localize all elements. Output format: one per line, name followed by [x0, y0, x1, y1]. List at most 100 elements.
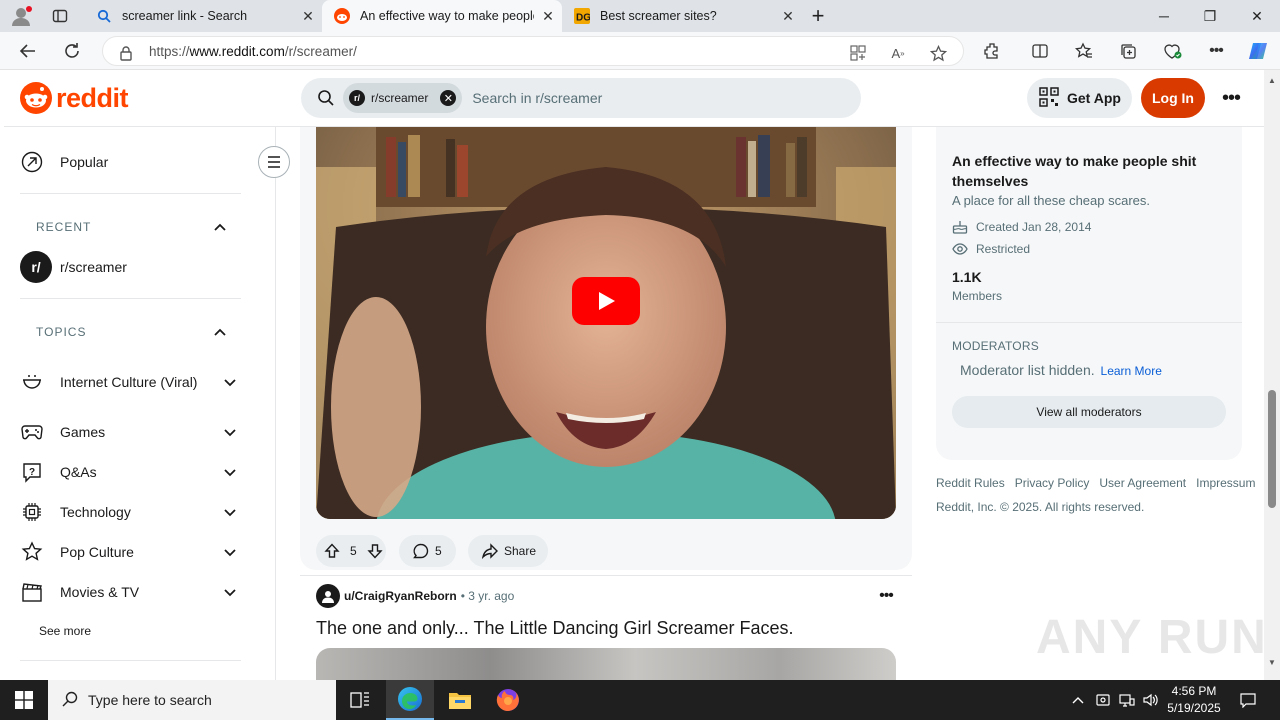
- close-tab-icon[interactable]: ✕: [294, 8, 322, 25]
- copilot-icon[interactable]: [1244, 37, 1272, 65]
- collapse-sidebar-button[interactable]: [258, 146, 290, 178]
- sidebar-topic-technology[interactable]: Technology: [20, 500, 240, 524]
- sidebar-topic-movies-tv[interactable]: Movies & TV: [20, 580, 240, 604]
- network-icon[interactable]: [1116, 680, 1138, 720]
- subreddit-badge-icon: r/: [349, 90, 365, 106]
- learn-more-link[interactable]: Learn More: [1101, 364, 1162, 378]
- youtube-play-icon[interactable]: [572, 277, 640, 325]
- refresh-icon[interactable]: [58, 37, 86, 65]
- restore-icon[interactable]: ❐: [1187, 0, 1233, 32]
- post-more-options-icon[interactable]: •••: [874, 584, 898, 608]
- share-button[interactable]: Share: [468, 535, 548, 567]
- search-icon: [317, 89, 335, 107]
- chevron-down-icon[interactable]: [220, 504, 240, 520]
- sidebar-item-r-screamer[interactable]: r/ r/screamer: [20, 251, 240, 283]
- reddit-wordmark: reddit: [56, 82, 129, 113]
- search-icon: [96, 8, 112, 24]
- scrollbar-thumb[interactable]: [1268, 390, 1276, 508]
- sidebar-item-label: r/screamer: [60, 259, 127, 275]
- footer-links: Reddit Rules Privacy Policy User Agreement…: [936, 476, 1265, 490]
- view-all-moderators-button[interactable]: View all moderators: [952, 396, 1226, 428]
- qr-code-icon: [1039, 86, 1059, 110]
- post-title[interactable]: The one and only... The Little Dancing G…: [316, 618, 794, 639]
- chevron-up-icon: [214, 325, 226, 339]
- get-app-button[interactable]: Get App: [1027, 78, 1132, 118]
- chevron-down-icon[interactable]: [220, 424, 240, 440]
- footer-link-privacy[interactable]: Privacy Policy: [1015, 476, 1090, 490]
- avatar[interactable]: [316, 584, 340, 608]
- notifications-icon[interactable]: [1234, 680, 1262, 720]
- more-options-icon[interactable]: •••: [1216, 84, 1246, 112]
- collections-icon[interactable]: [1114, 37, 1142, 65]
- recent-section-header[interactable]: RECENT: [36, 220, 226, 234]
- share-icon: [482, 543, 498, 559]
- tab-screamer-sites[interactable]: DG Best screamer sites? ✕: [562, 0, 802, 32]
- volume-icon[interactable]: [1140, 680, 1162, 720]
- close-tab-icon[interactable]: ✕: [534, 8, 562, 25]
- comments-button[interactable]: 5: [399, 535, 456, 567]
- post-author-link[interactable]: u/CraigRyanReborn: [344, 589, 457, 603]
- minimize-icon[interactable]: ─: [1141, 0, 1187, 32]
- task-view-icon[interactable]: [336, 680, 384, 720]
- vote-count: 5: [350, 544, 357, 558]
- tab-search[interactable]: screamer link - Search ✕: [84, 0, 322, 32]
- edge-taskbar-icon[interactable]: [386, 680, 434, 720]
- chevron-down-icon[interactable]: [220, 544, 240, 560]
- address-bar[interactable]: https://www.reddit.com/r/screamer/ A»: [102, 36, 964, 66]
- extensions-icon[interactable]: [978, 37, 1006, 65]
- profile-icon[interactable]: [10, 6, 32, 26]
- footer-link-impressum[interactable]: Impressum: [1196, 476, 1255, 490]
- taskbar-search-box[interactable]: Type here to search: [48, 680, 336, 720]
- browser-essentials-icon[interactable]: [1158, 37, 1186, 65]
- popular-arrow-icon: [20, 150, 44, 174]
- show-hidden-icons-icon[interactable]: [1068, 680, 1088, 720]
- chevron-down-icon[interactable]: [220, 584, 240, 600]
- eye-restricted-icon: [952, 241, 970, 257]
- chevron-down-icon[interactable]: [220, 464, 240, 480]
- app-available-icon[interactable]: [849, 44, 867, 62]
- chevron-up-icon: [214, 220, 226, 234]
- settings-more-icon[interactable]: •••: [1202, 37, 1230, 65]
- login-button[interactable]: Log In: [1141, 78, 1205, 118]
- back-icon[interactable]: [14, 37, 42, 65]
- search-input[interactable]: Search in r/screamer: [472, 90, 602, 106]
- taskbar-clock[interactable]: 4:56 PM 5/19/2025: [1160, 683, 1228, 717]
- browser-tab-strip: screamer link - Search ✕ An effective wa…: [0, 0, 1280, 32]
- reddit-logo[interactable]: reddit: [20, 82, 129, 114]
- scroll-up-icon[interactable]: ▲: [1267, 76, 1277, 85]
- remove-chip-icon[interactable]: ✕: [440, 90, 457, 106]
- firefox-icon[interactable]: [484, 680, 532, 720]
- search-bar[interactable]: r/ r/screamer ✕ Search in r/screamer: [301, 78, 861, 118]
- comment-count: 5: [435, 544, 442, 558]
- read-aloud-icon[interactable]: A»: [889, 44, 907, 62]
- close-window-icon[interactable]: ✕: [1234, 0, 1280, 32]
- split-screen-icon[interactable]: [1026, 37, 1054, 65]
- new-tab-button[interactable]: +: [806, 3, 830, 29]
- page-scrollbar[interactable]: ▲ ▼: [1264, 70, 1280, 680]
- favorites-icon[interactable]: [1070, 37, 1098, 65]
- file-explorer-icon[interactable]: [436, 680, 484, 720]
- close-tab-icon[interactable]: ✕: [774, 8, 802, 25]
- footer-link-user-agreement[interactable]: User Agreement: [1099, 476, 1186, 490]
- subreddit-search-chip[interactable]: r/ r/screamer ✕: [343, 83, 463, 113]
- favorite-star-icon[interactable]: [929, 44, 947, 62]
- upvote-icon[interactable]: [324, 543, 340, 559]
- sidebar-item-popular[interactable]: Popular: [20, 150, 240, 174]
- footer-link-rules[interactable]: Reddit Rules: [936, 476, 1005, 490]
- scroll-down-icon[interactable]: ▼: [1267, 658, 1277, 667]
- lock-icon[interactable]: [117, 44, 135, 62]
- sidebar-topic-games[interactable]: Games: [20, 420, 240, 444]
- sidebar-topic-internet-culture[interactable]: Internet Culture (Viral): [20, 361, 240, 403]
- sidebar-topic-pop-culture[interactable]: Pop Culture: [20, 540, 240, 564]
- search-icon: [62, 691, 78, 710]
- sidebar-topic-qas[interactable]: ? Q&As: [20, 460, 240, 484]
- topics-section-header[interactable]: TOPICS: [36, 325, 226, 339]
- youtube-video-embed[interactable]: [316, 127, 896, 519]
- windows-start-icon[interactable]: [0, 680, 48, 720]
- tab-reddit[interactable]: An effective way to make people ✕: [322, 0, 562, 32]
- chevron-down-icon[interactable]: [220, 374, 240, 390]
- see-more-link[interactable]: See more: [39, 624, 91, 638]
- tab-actions-icon[interactable]: [52, 8, 68, 24]
- security-icon[interactable]: [1092, 680, 1114, 720]
- downvote-icon[interactable]: [367, 543, 383, 559]
